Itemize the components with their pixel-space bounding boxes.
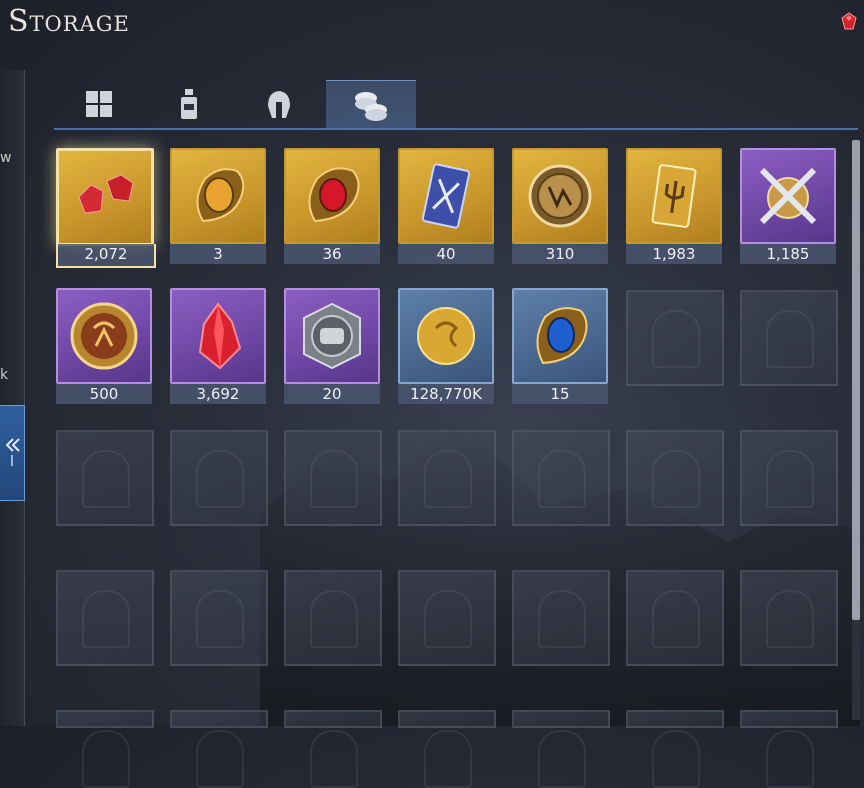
empty-slot[interactable] [284,430,382,526]
item-slot-amber-emblem[interactable]: 3 [170,148,266,266]
item-slot-sapphire-emblem[interactable]: 15 [512,288,608,406]
item-slot-red-crystal[interactable]: 3,692 [170,288,266,406]
sword-card-icon [421,163,471,229]
empty-slot[interactable] [398,570,496,666]
category-tab-bar [54,80,858,130]
item-card [512,148,608,244]
item-count: 20 [284,384,380,404]
item-count: 310 [512,244,608,264]
item-count: 3 [170,244,266,264]
item-slot-red-gems[interactable]: 2,072 [56,148,156,268]
item-slot-seal-coin[interactable]: 310 [512,148,608,266]
side-tab-letter: l [10,454,14,470]
item-card [284,148,380,244]
crest-coin-icon [70,302,138,370]
item-card [56,288,152,384]
empty-slot[interactable] [170,570,268,666]
ruby-crest-icon [308,167,360,223]
item-slot-ruby-emblem[interactable]: 36 [284,148,380,266]
empty-slot[interactable] [740,710,838,788]
item-count: 500 [56,384,152,404]
item-slot-crossed-swords[interactable]: 1,185 [740,148,836,266]
item-card [740,148,836,244]
empty-slot[interactable] [170,710,268,788]
empty-slot[interactable] [284,570,382,666]
red-gem-icon [78,174,134,214]
side-collapse-tab[interactable]: l [0,405,25,501]
empty-slot[interactable] [398,710,496,788]
empty-slot[interactable] [56,710,154,788]
left-side-panel: w k [0,70,25,726]
item-count: 15 [512,384,608,404]
empty-slot[interactable] [740,430,838,526]
amber-crest-icon [196,168,245,223]
fist-medal-icon [303,302,361,370]
item-card [170,288,266,384]
empty-slot[interactable] [740,290,838,386]
empty-slot[interactable] [626,430,724,526]
item-slot-gold-coin[interactable]: 128,770K [398,288,494,406]
trident-card-icon [651,164,697,228]
empty-slot[interactable] [512,430,610,526]
grid-icon [86,91,112,117]
coins-icon [355,92,387,121]
item-slot-sword-card[interactable]: 40 [398,148,494,266]
empty-slot[interactable] [512,710,610,788]
storage-grid: 2,072 3 36 40 310 1,983 1,185 500 3,692 … [48,138,848,788]
crossed-swords-icon [759,167,817,225]
sapphire-crest-icon [536,307,588,365]
item-slot-trident-card[interactable]: 1,983 [626,148,722,266]
empty-slot[interactable] [626,710,724,788]
item-card [512,288,608,384]
empty-slot[interactable] [398,430,496,526]
item-count: 1,983 [626,244,722,264]
helmet-icon [268,91,290,118]
currency-gem-icon [841,12,857,30]
empty-slot[interactable] [512,570,610,666]
scrollbar-thumb[interactable] [852,140,860,620]
item-count: 36 [284,244,380,264]
item-count: 3,692 [170,384,266,404]
item-card [398,148,494,244]
storage-scrollbar[interactable] [852,140,860,720]
item-slot-crest-coin[interactable]: 500 [56,288,152,406]
item-card [56,148,154,246]
item-count: 128,770K [398,384,494,404]
empty-slot[interactable] [626,290,724,386]
tab-consumables[interactable] [144,80,234,128]
red-crystal-icon [198,302,242,370]
double-chevron-left-icon [5,438,20,452]
item-count: 2,072 [56,244,156,268]
item-count: 1,185 [740,244,836,264]
gold-coin-icon [417,307,475,365]
left-panel-text-fragment: k [0,367,9,383]
bottle-icon [181,89,197,119]
tab-all-items[interactable] [54,80,144,128]
empty-slot[interactable] [740,570,838,666]
tab-currency[interactable] [326,80,416,129]
tab-equipment[interactable] [234,80,324,128]
item-count: 40 [398,244,494,264]
left-panel-text-fragment: w [0,150,12,166]
item-slot-fist-medal[interactable]: 20 [284,288,380,406]
empty-slot[interactable] [284,710,382,788]
empty-slot[interactable] [170,430,268,526]
item-card [398,288,494,384]
seal-coin-icon [528,164,592,228]
page-title: Storage [8,4,130,39]
item-card [284,288,380,384]
empty-slot[interactable] [626,570,724,666]
item-card [626,148,722,244]
empty-slot[interactable] [56,570,154,666]
item-card [170,148,266,244]
empty-slot[interactable] [56,430,154,526]
